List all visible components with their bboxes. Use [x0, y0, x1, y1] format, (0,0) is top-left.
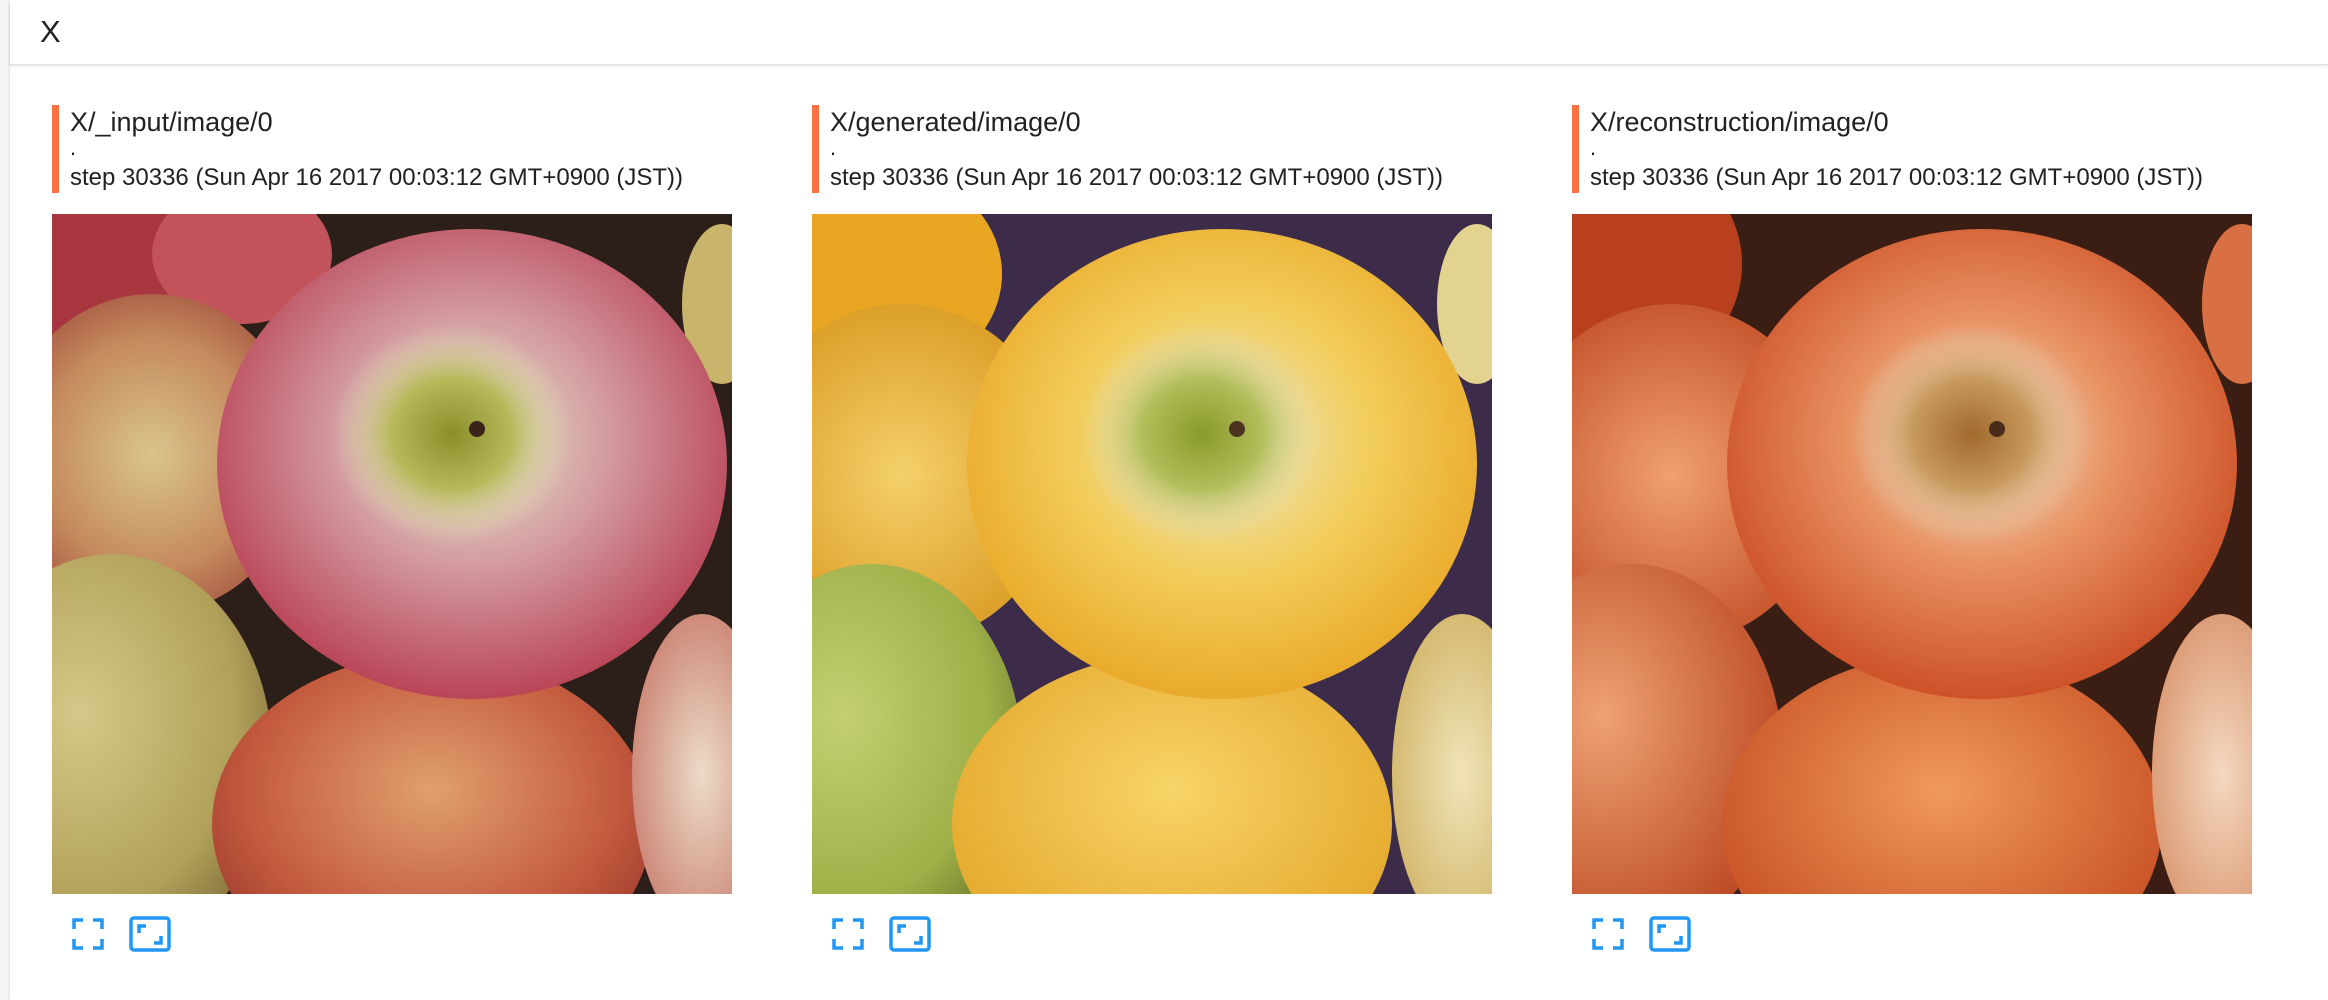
image-tag: X/generated/image/0 — [830, 107, 1081, 137]
card-header[interactable]: X — [10, 0, 2328, 65]
image-pane-reconstruction: X/reconstruction/image/0 . step 30336 (S… — [1572, 105, 2262, 965]
image-tag: X/_input/image/0 — [70, 107, 273, 137]
step-timestamp: step 30336 (Sun Apr 16 2017 00:03:12 GMT… — [70, 164, 684, 191]
accent-bar — [812, 105, 819, 193]
reconstruction-image — [1572, 214, 2252, 894]
step-timestamp: step 30336 (Sun Apr 16 2017 00:03:12 GMT… — [1590, 164, 2204, 191]
run-name: . — [70, 135, 77, 160]
generated-image — [812, 214, 1492, 894]
input-image — [52, 214, 732, 894]
image-tag: X/reconstruction/image/0 — [1590, 107, 1889, 137]
fullscreen-icon[interactable] — [1586, 912, 1630, 956]
fullscreen-icon[interactable] — [826, 912, 870, 956]
image-pane-input: X/_input/image/0 . step 30336 (Sun Apr 1… — [52, 105, 742, 965]
accent-bar — [52, 105, 59, 193]
fullscreen-icon[interactable] — [66, 912, 110, 956]
run-name: . — [830, 135, 837, 160]
image-tools — [66, 912, 266, 956]
pane-header: X/_input/image/0 . step 30336 (Sun Apr 1… — [52, 105, 742, 193]
actual-size-icon[interactable] — [888, 912, 932, 956]
image-tools — [826, 912, 1026, 956]
image-pane-generated: X/generated/image/0 . step 30336 (Sun Ap… — [812, 105, 1502, 965]
actual-size-icon[interactable] — [1648, 912, 1692, 956]
accent-bar — [1572, 105, 1579, 193]
pane-header: X/generated/image/0 . step 30336 (Sun Ap… — [812, 105, 1502, 193]
image-card: X X/_input/image/0 . step 30336 (Sun Apr… — [10, 0, 2328, 1000]
actual-size-icon[interactable] — [128, 912, 172, 956]
pane-header: X/reconstruction/image/0 . step 30336 (S… — [1572, 105, 2262, 193]
card-title: X — [40, 14, 61, 49]
run-name: . — [1590, 135, 1597, 160]
step-timestamp: step 30336 (Sun Apr 16 2017 00:03:12 GMT… — [830, 164, 1444, 191]
image-tools — [1586, 912, 1786, 956]
